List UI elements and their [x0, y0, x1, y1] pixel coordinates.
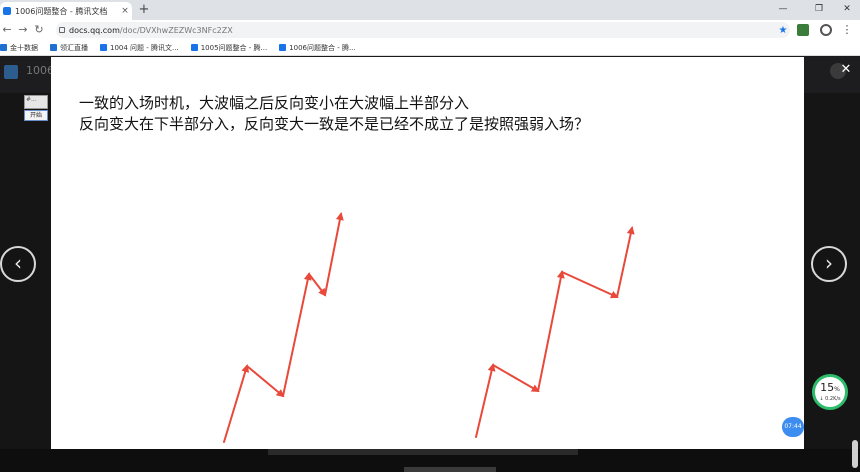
- bookmark-star-icon[interactable]: ★: [776, 25, 790, 36]
- restore-button[interactable]: ❐: [806, 0, 832, 20]
- tab-title: 1006问题整合 - 腾讯文档: [15, 6, 108, 16]
- viewer-close-icon[interactable]: ✕: [838, 62, 854, 78]
- browser-tab[interactable]: 1006问题整合 - 腾讯文档 ×: [0, 2, 132, 20]
- browser-menu-icon[interactable]: ⋮: [840, 22, 854, 38]
- next-image-button[interactable]: ›: [811, 246, 847, 282]
- doc-title: 1006: [26, 64, 54, 77]
- network-monitor-widget[interactable]: 15% ↓ 0.2K/s: [812, 374, 848, 410]
- arrow-stroke: [246, 365, 285, 398]
- lock-icon: [59, 27, 65, 33]
- net-speed: ↓ 0.2K/s: [819, 396, 841, 402]
- doc-icon: [190, 44, 198, 51]
- play-icon: [50, 44, 57, 51]
- back-button[interactable]: ←: [0, 22, 14, 38]
- widget-preview: #...: [24, 95, 48, 109]
- tab-strip: 1006问题整合 - 腾讯文档 × + — ❐ ✕: [0, 0, 860, 20]
- tab-close-icon[interactable]: ×: [118, 6, 132, 16]
- net-percent: 15%: [820, 381, 840, 394]
- previous-image-button[interactable]: ‹: [0, 246, 36, 282]
- arrow-stroke: [475, 363, 496, 438]
- doc-logo-icon: [4, 65, 18, 79]
- bookmark-item[interactable]: 1004 问题 - 腾讯文...: [100, 43, 179, 53]
- arrow-sketch: [223, 212, 635, 443]
- bookmark-label: 领汇直播: [60, 43, 88, 52]
- bottom-bar: [268, 449, 578, 455]
- bookmark-item[interactable]: 1005问题整合 - 腾...: [190, 43, 268, 53]
- extension-icon[interactable]: [797, 24, 809, 36]
- grid-icon: [0, 44, 7, 51]
- url-text: docs.qq.com/doc/DVXhwZEZWc3NFc2ZX: [69, 25, 233, 35]
- arrow-stroke: [537, 270, 565, 392]
- bookmark-label: 金十数据: [10, 43, 38, 52]
- browser-toolbar: ← → ↻ docs.qq.com/doc/DVXhwZEZWc3NFc2ZX …: [0, 20, 860, 40]
- bookmark-item[interactable]: 1006问题整合 - 腾...: [279, 43, 356, 53]
- new-tab-button[interactable]: +: [136, 2, 152, 18]
- preview-image: 一致的入场时机，大波幅之后反向变小在大波幅上半部分入 反向变大在下半部分入，反向…: [51, 57, 804, 449]
- doc-icon: [100, 44, 107, 51]
- bookmarks-bar: 金十数据 领汇直播 1004 问题 - 腾讯文... 1005问题整合 - 腾.…: [0, 40, 860, 56]
- bookmark-item[interactable]: 金十数据: [0, 43, 38, 53]
- bookmark-label: 1005问题整合 - 腾...: [200, 43, 268, 52]
- arrow-stroke: [308, 273, 327, 297]
- time-badge: 07:44: [782, 417, 804, 437]
- start-button[interactable]: 开始: [24, 110, 48, 121]
- arrow-stroke: [223, 364, 250, 443]
- start-widget: #... 开始: [24, 95, 48, 121]
- docs-favicon-icon: [3, 7, 11, 15]
- doc-icon: [279, 44, 287, 51]
- arrow-stroke: [561, 271, 619, 299]
- bookmark-label: 1004 问题 - 腾讯文...: [110, 43, 179, 52]
- arrow-stroke: [616, 226, 635, 298]
- bookmark-item[interactable]: 领汇直播: [50, 43, 88, 53]
- reload-button[interactable]: ↻: [32, 22, 46, 38]
- bookmark-label: 1006问题整合 - 腾...: [289, 43, 356, 52]
- address-bar[interactable]: docs.qq.com/doc/DVXhwZEZWc3NFc2ZX ★: [56, 22, 790, 38]
- arrow-stroke: [324, 212, 344, 296]
- arrow-stroke: [492, 364, 540, 393]
- bottom-indicator: [404, 467, 496, 472]
- profile-avatar-icon[interactable]: [820, 24, 832, 36]
- close-window-button[interactable]: ✕: [834, 0, 860, 20]
- forward-button[interactable]: →: [16, 22, 30, 38]
- arrow-stroke: [282, 272, 312, 397]
- minimize-button[interactable]: —: [770, 0, 796, 20]
- scrollbar-handle[interactable]: [852, 440, 858, 468]
